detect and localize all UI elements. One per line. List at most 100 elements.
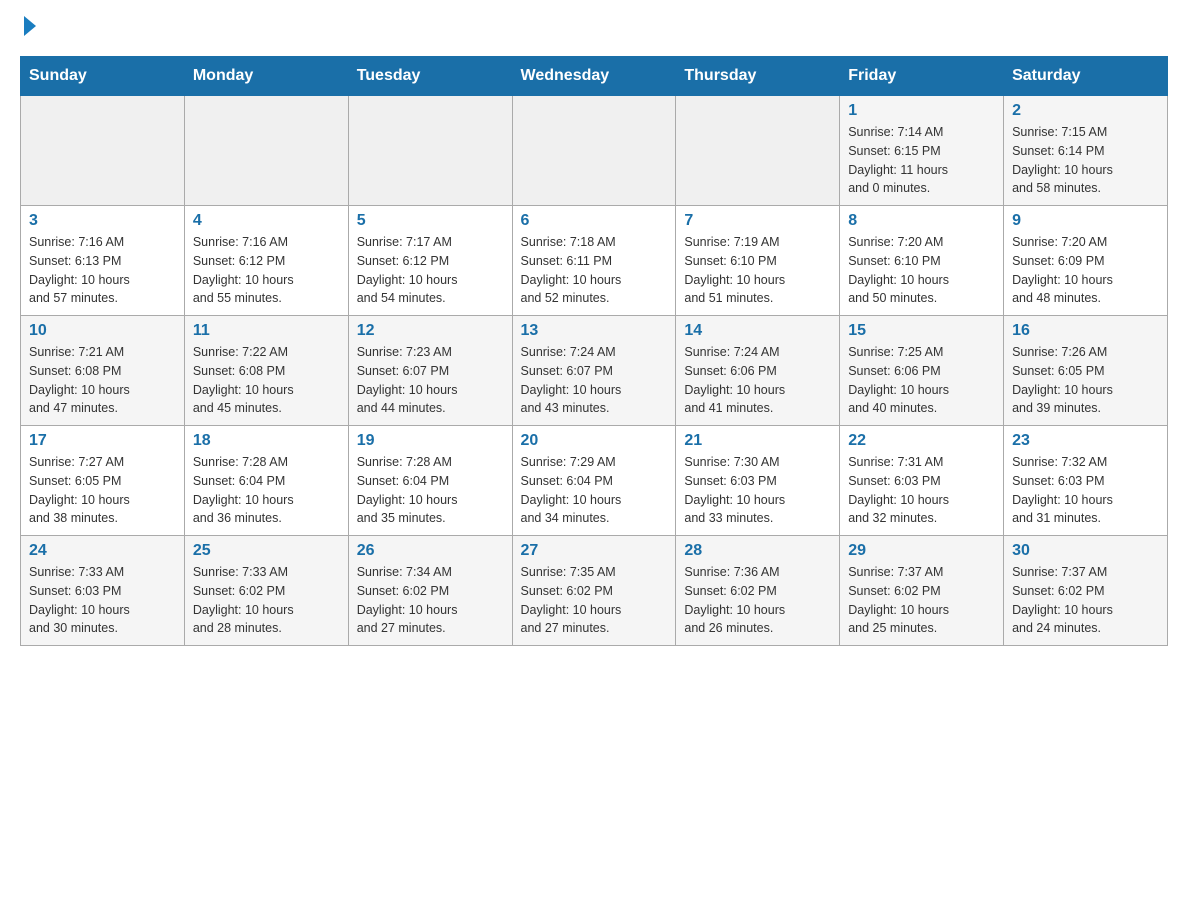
day-info: Sunrise: 7:37 AM Sunset: 6:02 PM Dayligh… [848,563,995,638]
day-info: Sunrise: 7:28 AM Sunset: 6:04 PM Dayligh… [357,453,504,528]
calendar-cell: 7 Sunrise: 7:19 AM Sunset: 6:10 PM Daylig… [676,206,840,316]
day-number: 12 [357,322,504,340]
calendar-table: SundayMondayTuesdayWednesdayThursdayFrid… [20,56,1168,646]
day-number: 10 [29,322,176,340]
calendar-cell [348,96,512,206]
day-number: 15 [848,322,995,340]
day-info: Sunrise: 7:18 AM Sunset: 6:11 PM Dayligh… [521,233,668,308]
day-number: 14 [684,322,831,340]
day-info: Sunrise: 7:19 AM Sunset: 6:10 PM Dayligh… [684,233,831,308]
calendar-cell [512,96,676,206]
day-info: Sunrise: 7:17 AM Sunset: 6:12 PM Dayligh… [357,233,504,308]
calendar-cell: 27 Sunrise: 7:35 AM Sunset: 6:02 PM Dayli… [512,536,676,646]
day-info: Sunrise: 7:26 AM Sunset: 6:05 PM Dayligh… [1012,343,1159,418]
day-info: Sunrise: 7:21 AM Sunset: 6:08 PM Dayligh… [29,343,176,418]
day-info: Sunrise: 7:20 AM Sunset: 6:09 PM Dayligh… [1012,233,1159,308]
day-info: Sunrise: 7:24 AM Sunset: 6:06 PM Dayligh… [684,343,831,418]
calendar-cell: 9 Sunrise: 7:20 AM Sunset: 6:09 PM Daylig… [1004,206,1168,316]
calendar-cell: 26Sunrise: 7:34 AM Sunset: 6:02 PM Dayli… [348,536,512,646]
day-number: 22 [848,432,995,450]
calendar-cell: 21Sunrise: 7:30 AM Sunset: 6:03 PM Dayli… [676,426,840,536]
calendar-week-row: 10 Sunrise: 7:21 AM Sunset: 6:08 PM Dayli… [21,316,1168,426]
calendar-cell: 6 Sunrise: 7:18 AM Sunset: 6:11 PM Daylig… [512,206,676,316]
day-info: Sunrise: 7:28 AM Sunset: 6:04 PM Dayligh… [193,453,340,528]
day-number: 5 [357,212,504,230]
calendar-cell: 20Sunrise: 7:29 AM Sunset: 6:04 PM Dayli… [512,426,676,536]
day-info: Sunrise: 7:30 AM Sunset: 6:03 PM Dayligh… [684,453,831,528]
calendar-cell: 12 Sunrise: 7:23 AM Sunset: 6:07 PM Dayli… [348,316,512,426]
day-info: Sunrise: 7:37 AM Sunset: 6:02 PM Dayligh… [1012,563,1159,638]
calendar-cell: 25 Sunrise: 7:33 AM Sunset: 6:02 PM Dayli… [184,536,348,646]
day-info: Sunrise: 7:22 AM Sunset: 6:08 PM Dayligh… [193,343,340,418]
calendar-cell: 10 Sunrise: 7:21 AM Sunset: 6:08 PM Dayli… [21,316,185,426]
day-info: Sunrise: 7:16 AM Sunset: 6:13 PM Dayligh… [29,233,176,308]
calendar-week-row: 3 Sunrise: 7:16 AM Sunset: 6:13 PM Daylig… [21,206,1168,316]
calendar-cell: 4Sunrise: 7:16 AM Sunset: 6:12 PM Daylig… [184,206,348,316]
day-info: Sunrise: 7:33 AM Sunset: 6:03 PM Dayligh… [29,563,176,638]
day-number: 25 [193,542,340,560]
day-of-week-header: Saturday [1004,57,1168,96]
calendar-cell [184,96,348,206]
day-info: Sunrise: 7:16 AM Sunset: 6:12 PM Dayligh… [193,233,340,308]
calendar-cell: 17 Sunrise: 7:27 AM Sunset: 6:05 PM Dayli… [21,426,185,536]
calendar-week-row: 24 Sunrise: 7:33 AM Sunset: 6:03 PM Dayli… [21,536,1168,646]
day-number: 17 [29,432,176,450]
day-info: Sunrise: 7:33 AM Sunset: 6:02 PM Dayligh… [193,563,340,638]
day-of-week-header: Monday [184,57,348,96]
calendar-cell: 2Sunrise: 7:15 AM Sunset: 6:14 PM Daylig… [1004,96,1168,206]
calendar-cell: 8 Sunrise: 7:20 AM Sunset: 6:10 PM Daylig… [840,206,1004,316]
day-info: Sunrise: 7:32 AM Sunset: 6:03 PM Dayligh… [1012,453,1159,528]
day-number: 30 [1012,542,1159,560]
calendar-week-row: 17 Sunrise: 7:27 AM Sunset: 6:05 PM Dayli… [21,426,1168,536]
day-info: Sunrise: 7:36 AM Sunset: 6:02 PM Dayligh… [684,563,831,638]
day-number: 13 [521,322,668,340]
calendar-cell [21,96,185,206]
day-number: 16 [1012,322,1159,340]
day-info: Sunrise: 7:14 AM Sunset: 6:15 PM Dayligh… [848,123,995,198]
day-number: 24 [29,542,176,560]
logo-triangle-icon [24,16,36,36]
day-number: 19 [357,432,504,450]
day-info: Sunrise: 7:24 AM Sunset: 6:07 PM Dayligh… [521,343,668,418]
calendar-cell: 22 Sunrise: 7:31 AM Sunset: 6:03 PM Dayli… [840,426,1004,536]
calendar-cell: 28 Sunrise: 7:36 AM Sunset: 6:02 PM Dayli… [676,536,840,646]
day-number: 1 [848,102,995,120]
day-info: Sunrise: 7:20 AM Sunset: 6:10 PM Dayligh… [848,233,995,308]
day-number: 7 [684,212,831,230]
page-header [20,20,1168,36]
calendar-cell: 24 Sunrise: 7:33 AM Sunset: 6:03 PM Dayli… [21,536,185,646]
calendar-cell: 5 Sunrise: 7:17 AM Sunset: 6:12 PM Daylig… [348,206,512,316]
day-number: 9 [1012,212,1159,230]
calendar-week-row: 1 Sunrise: 7:14 AM Sunset: 6:15 PM Daylig… [21,96,1168,206]
day-number: 3 [29,212,176,230]
day-number: 8 [848,212,995,230]
day-number: 27 [521,542,668,560]
day-info: Sunrise: 7:15 AM Sunset: 6:14 PM Dayligh… [1012,123,1159,198]
calendar-cell: 30 Sunrise: 7:37 AM Sunset: 6:02 PM Dayli… [1004,536,1168,646]
logo [20,20,36,36]
day-of-week-header: Wednesday [512,57,676,96]
calendar-cell: 15Sunrise: 7:25 AM Sunset: 6:06 PM Dayli… [840,316,1004,426]
day-number: 11 [193,322,340,340]
day-info: Sunrise: 7:27 AM Sunset: 6:05 PM Dayligh… [29,453,176,528]
day-number: 26 [357,542,504,560]
calendar-cell: 3 Sunrise: 7:16 AM Sunset: 6:13 PM Daylig… [21,206,185,316]
day-info: Sunrise: 7:29 AM Sunset: 6:04 PM Dayligh… [521,453,668,528]
calendar-cell: 14 Sunrise: 7:24 AM Sunset: 6:06 PM Dayli… [676,316,840,426]
calendar-cell [676,96,840,206]
day-of-week-header: Friday [840,57,1004,96]
day-of-week-header: Sunday [21,57,185,96]
calendar-cell: 13 Sunrise: 7:24 AM Sunset: 6:07 PM Dayli… [512,316,676,426]
calendar-cell: 1 Sunrise: 7:14 AM Sunset: 6:15 PM Daylig… [840,96,1004,206]
day-info: Sunrise: 7:31 AM Sunset: 6:03 PM Dayligh… [848,453,995,528]
day-number: 28 [684,542,831,560]
day-number: 23 [1012,432,1159,450]
calendar-cell: 16 Sunrise: 7:26 AM Sunset: 6:05 PM Dayli… [1004,316,1168,426]
calendar-cell: 29Sunrise: 7:37 AM Sunset: 6:02 PM Dayli… [840,536,1004,646]
day-number: 6 [521,212,668,230]
calendar-cell: 23 Sunrise: 7:32 AM Sunset: 6:03 PM Dayli… [1004,426,1168,536]
day-info: Sunrise: 7:35 AM Sunset: 6:02 PM Dayligh… [521,563,668,638]
day-of-week-header: Tuesday [348,57,512,96]
calendar-header-row: SundayMondayTuesdayWednesdayThursdayFrid… [21,57,1168,96]
day-info: Sunrise: 7:23 AM Sunset: 6:07 PM Dayligh… [357,343,504,418]
